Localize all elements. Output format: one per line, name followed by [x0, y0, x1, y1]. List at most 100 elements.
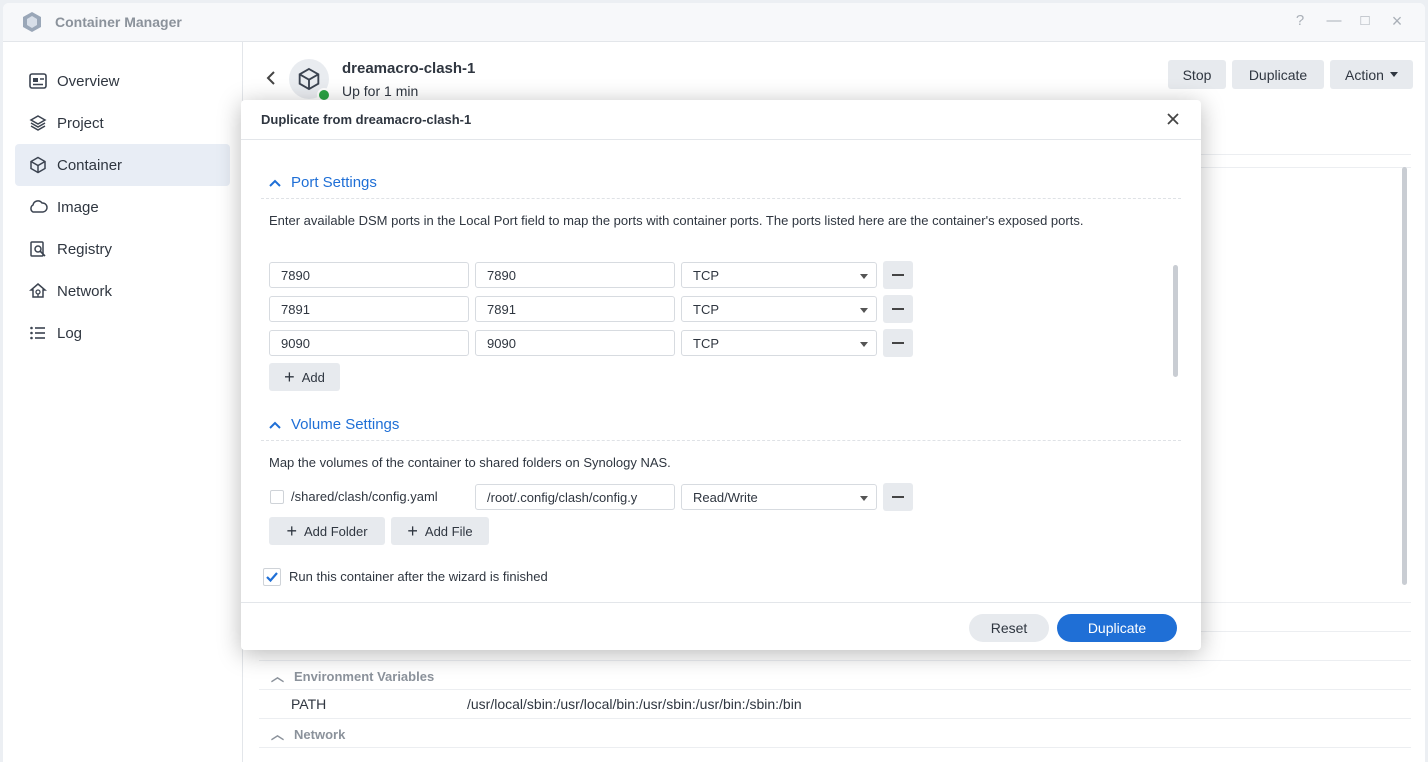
chevron-up-icon: ︿: [271, 727, 285, 742]
app-title: Container Manager: [55, 14, 182, 30]
maximize-icon[interactable]: □: [1356, 12, 1374, 30]
checkmark-icon: [266, 572, 278, 583]
divider: [261, 440, 1181, 441]
caret-down-icon: [1389, 72, 1398, 77]
sidebar-item-project[interactable]: Project: [15, 102, 230, 144]
local-port-input[interactable]: 9090: [269, 330, 469, 356]
volume-host-path: /shared/clash/config.yaml: [291, 489, 438, 504]
divider: [259, 747, 1411, 748]
registry-icon: [27, 238, 49, 260]
chevron-up-icon: [269, 417, 281, 432]
close-icon[interactable]: [1163, 109, 1183, 129]
volume-settings-header[interactable]: Volume Settings: [269, 416, 399, 433]
port-settings-description: Enter available DSM ports in the Local P…: [269, 213, 1084, 228]
add-port-button[interactable]: + Add: [269, 363, 340, 391]
divider: [261, 198, 1181, 199]
volume-mode-select[interactable]: Read/Write: [681, 484, 877, 510]
plus-icon: +: [407, 521, 418, 541]
image-icon: [27, 196, 49, 218]
protocol-select[interactable]: TCP: [681, 330, 877, 356]
run-after-label: Run this container after the wizard is f…: [289, 569, 548, 584]
add-folder-label: Add Folder: [303, 523, 368, 539]
overview-icon: [27, 70, 49, 92]
chevron-up-icon: ︿: [271, 669, 285, 684]
remove-volume-button[interactable]: [883, 483, 913, 511]
sidebar-item-label: Container: [57, 156, 123, 174]
dialog-title: Duplicate from dreamacro-clash-1: [261, 112, 472, 127]
action-button-label: Action: [1345, 66, 1384, 83]
volume-mode-value: Read/Write: [693, 490, 758, 505]
container-manager-logo-icon: [23, 12, 41, 32]
env-value: /usr/local/sbin:/usr/local/bin:/usr/sbin…: [467, 696, 802, 712]
back-icon[interactable]: [265, 70, 277, 91]
action-button[interactable]: Action: [1330, 60, 1413, 89]
minimize-icon[interactable]: —: [1325, 12, 1343, 30]
volume-settings-title: Volume Settings: [291, 416, 400, 433]
reset-button[interactable]: Reset: [969, 614, 1049, 642]
protocol-value: TCP: [693, 302, 719, 317]
sidebar-item-overview[interactable]: Overview: [15, 60, 230, 102]
remove-port-button[interactable]: [883, 261, 913, 289]
add-port-label: Add: [301, 369, 325, 385]
page-scrollbar[interactable]: [1402, 167, 1407, 585]
network-section-label: Network: [294, 727, 346, 742]
caret-down-icon: [860, 496, 868, 501]
dialog-body: Port Settings Enter available DSM ports …: [241, 140, 1201, 602]
sidebar-item-container[interactable]: Container: [15, 144, 230, 186]
add-file-button[interactable]: + Add File: [391, 517, 489, 545]
title-bar: Container Manager ? — □ ×: [3, 3, 1425, 42]
duplicate-dialog: Duplicate from dreamacro-clash-1 Port Se…: [241, 100, 1201, 650]
volume-settings-description: Map the volumes of the container to shar…: [269, 455, 671, 470]
plus-icon: +: [286, 521, 297, 541]
network-icon: [27, 280, 49, 302]
sidebar-item-network[interactable]: Network: [15, 270, 230, 312]
env-vars-section-header[interactable]: ︿ Environment Variables: [271, 666, 434, 685]
close-window-icon[interactable]: ×: [1388, 12, 1406, 30]
divider: [259, 718, 1411, 719]
sidebar-item-label: Image: [57, 198, 99, 216]
sidebar-item-image[interactable]: Image: [15, 186, 230, 228]
divider: [259, 689, 1411, 690]
dialog-header: Duplicate from dreamacro-clash-1: [241, 100, 1201, 140]
plus-icon: +: [284, 367, 295, 387]
volume-select-checkbox[interactable]: [270, 490, 284, 504]
caret-down-icon: [860, 274, 868, 279]
local-port-input[interactable]: 7890: [269, 262, 469, 288]
sidebar-item-log[interactable]: Log: [15, 312, 230, 354]
protocol-select[interactable]: TCP: [681, 262, 877, 288]
container-name: dreamacro-clash-1: [342, 60, 476, 77]
remove-port-button[interactable]: [883, 295, 913, 323]
protocol-select[interactable]: TCP: [681, 296, 877, 322]
add-folder-button[interactable]: + Add Folder: [269, 517, 385, 545]
sidebar-item-label: Network: [57, 282, 113, 300]
container-port-input[interactable]: 7891: [475, 296, 675, 322]
sidebar-item-registry[interactable]: Registry: [15, 228, 230, 270]
caret-down-icon: [860, 342, 868, 347]
chevron-up-icon: [269, 175, 281, 190]
port-settings-header[interactable]: Port Settings: [269, 174, 377, 191]
sidebar-item-label: Log: [57, 324, 83, 342]
port-settings-title: Port Settings: [291, 174, 377, 191]
sidebar-item-label: Overview: [57, 72, 120, 90]
divider: [259, 660, 1411, 661]
container-status: Up for 1 min: [342, 83, 419, 99]
network-section-header[interactable]: ︿ Network: [271, 724, 345, 743]
caret-down-icon: [860, 308, 868, 313]
container-port-input[interactable]: 9090: [475, 330, 675, 356]
sidebar-item-label: Project: [57, 114, 104, 132]
stop-button[interactable]: Stop: [1168, 60, 1226, 89]
dialog-scrollbar[interactable]: [1173, 265, 1178, 377]
container-port-input[interactable]: 7890: [475, 262, 675, 288]
run-after-checkbox[interactable]: [263, 568, 281, 586]
local-port-input[interactable]: 7891: [269, 296, 469, 322]
mount-path-input[interactable]: /root/.config/clash/config.y: [475, 484, 675, 510]
add-file-label: Add File: [424, 523, 473, 539]
duplicate-top-button[interactable]: Duplicate: [1232, 60, 1324, 89]
sidebar: Overview Project Container Image Registr…: [3, 42, 243, 762]
help-icon[interactable]: ?: [1291, 12, 1309, 30]
duplicate-button[interactable]: Duplicate: [1057, 614, 1177, 642]
dialog-footer: Reset Duplicate: [241, 602, 1201, 650]
env-key: PATH: [291, 696, 327, 712]
sidebar-item-label: Registry: [57, 240, 113, 258]
remove-port-button[interactable]: [883, 329, 913, 357]
